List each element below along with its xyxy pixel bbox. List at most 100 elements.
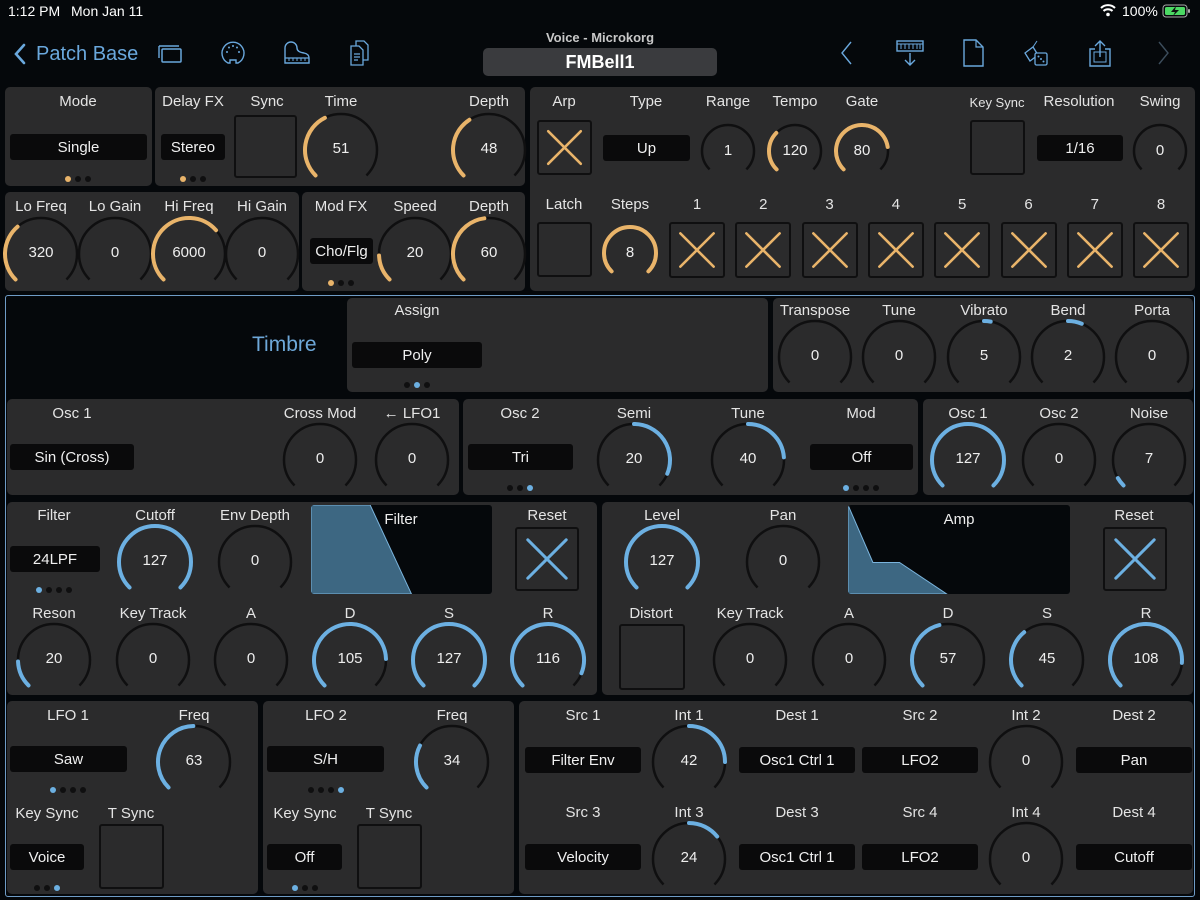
transpose-knob[interactable]: 0 <box>776 318 854 396</box>
page-dot[interactable] <box>66 587 72 593</box>
documents-icon[interactable] <box>345 38 375 68</box>
mixer-osc1-knob[interactable]: 127 <box>929 421 1007 499</box>
mixer-osc2-knob[interactable]: 0 <box>1020 421 1098 499</box>
page-dot[interactable] <box>34 885 40 891</box>
delay-fx-page-dots[interactable] <box>180 176 206 182</box>
page-dot[interactable] <box>44 885 50 891</box>
page-dot[interactable] <box>424 382 430 388</box>
page-dot[interactable] <box>404 382 410 388</box>
filter-attack-knob[interactable]: 0 <box>212 621 290 699</box>
lfo2-tsync-toggle[interactable] <box>357 824 422 889</box>
page-dot[interactable] <box>80 787 86 793</box>
arp-tempo-knob[interactable]: 120 <box>766 122 824 180</box>
lfo2-keysync-select[interactable]: Off <box>267 844 342 870</box>
page-dot-active[interactable] <box>292 885 298 891</box>
page-dot[interactable] <box>60 787 66 793</box>
page-dot[interactable] <box>348 280 354 286</box>
filter-reset-button[interactable] <box>515 527 579 591</box>
arp-gate-knob[interactable]: 80 <box>833 122 891 180</box>
page-dot-active[interactable] <box>36 587 42 593</box>
mod-page-dots[interactable] <box>843 485 879 491</box>
windows-icon[interactable] <box>155 38 185 68</box>
arp-step-toggle[interactable] <box>669 222 725 278</box>
filter-sustain-knob[interactable]: 127 <box>410 621 488 699</box>
page-dot[interactable] <box>863 485 869 491</box>
page-dot-active[interactable] <box>328 280 334 286</box>
patch-dest1-select[interactable]: Osc1 Ctrl 1 <box>739 747 855 773</box>
arp-type-select[interactable]: Up <box>603 135 690 161</box>
delay-depth-knob[interactable]: 48 <box>450 111 528 189</box>
page-dot[interactable] <box>507 485 513 491</box>
arp-resolution-select[interactable]: 1/16 <box>1037 135 1123 161</box>
page-dot[interactable] <box>328 787 334 793</box>
page-dot[interactable] <box>85 176 91 182</box>
filter-type-select[interactable]: 24LPF <box>10 546 100 572</box>
lfo1-tsync-toggle[interactable] <box>99 824 164 889</box>
dice-icon[interactable] <box>1021 38 1051 68</box>
env-depth-knob[interactable]: 0 <box>216 523 294 601</box>
lfo1-keysync-page-dots[interactable] <box>34 885 60 891</box>
page-dot[interactable] <box>308 787 314 793</box>
new-document-icon[interactable] <box>958 38 988 68</box>
modfx-select[interactable]: Cho/Flg <box>310 238 373 264</box>
delay-time-knob[interactable]: 51 <box>302 111 380 189</box>
previous-patch-icon[interactable] <box>832 38 862 68</box>
patch-dest3-select[interactable]: Osc1 Ctrl 1 <box>739 844 855 870</box>
arp-latch-toggle[interactable] <box>537 222 592 277</box>
lfo1-mod-knob[interactable]: 0 <box>373 421 451 499</box>
patch-src1-select[interactable]: Filter Env <box>525 747 641 773</box>
arp-swing-knob[interactable]: 0 <box>1131 122 1189 180</box>
page-dot[interactable] <box>517 485 523 491</box>
page-dot[interactable] <box>873 485 879 491</box>
lfo1-wave-page-dots[interactable] <box>50 787 86 793</box>
filter-decay-knob[interactable]: 105 <box>311 621 389 699</box>
patch-int2-knob[interactable]: 0 <box>987 723 1065 801</box>
page-dot[interactable] <box>338 280 344 286</box>
mode-select[interactable]: Single <box>10 134 147 160</box>
amp-level-knob[interactable]: 127 <box>623 523 701 601</box>
amp-decay-knob[interactable]: 57 <box>909 621 987 699</box>
page-dot[interactable] <box>56 587 62 593</box>
page-dot[interactable] <box>302 885 308 891</box>
lfo2-wave-page-dots[interactable] <box>308 787 344 793</box>
arp-steps-knob[interactable]: 8 <box>601 224 659 282</box>
arp-step-toggle[interactable] <box>1000 222 1057 278</box>
page-dot-active[interactable] <box>54 885 60 891</box>
arp-step-toggle[interactable] <box>801 222 858 278</box>
delay-fx-select[interactable]: Stereo <box>161 134 225 160</box>
osc2-page-dots[interactable] <box>507 485 533 491</box>
page-dot-active[interactable] <box>65 176 71 182</box>
arp-step-toggle[interactable] <box>867 222 924 278</box>
assign-page-dots[interactable] <box>404 382 430 388</box>
patch-dest4-select[interactable]: Cutoff <box>1076 844 1192 870</box>
lfo1-freq-knob[interactable]: 63 <box>155 723 233 801</box>
filter-keytrack-knob[interactable]: 0 <box>114 621 192 699</box>
eq-hi-gain-knob[interactable]: 0 <box>223 215 301 293</box>
vibrato-knob[interactable]: 5 <box>945 318 1023 396</box>
tune-knob[interactable]: 0 <box>860 318 938 396</box>
filter-type-page-dots[interactable] <box>36 587 72 593</box>
amp-pan-knob[interactable]: 0 <box>744 523 822 601</box>
osc1-wave-select[interactable]: Sin (Cross) <box>10 444 134 470</box>
osc2-tune-knob[interactable]: 40 <box>709 421 787 499</box>
patch-dest2-select[interactable]: Pan <box>1076 747 1192 773</box>
patch-name-field[interactable]: FMBell1 <box>483 48 717 76</box>
cutoff-knob[interactable]: 127 <box>116 523 194 601</box>
amp-release-knob[interactable]: 108 <box>1107 621 1185 699</box>
osc2-wave-select[interactable]: Tri <box>468 444 573 470</box>
page-dot[interactable] <box>200 176 206 182</box>
filter-envelope-graph[interactable]: Filter <box>311 505 492 594</box>
arp-toggle[interactable] <box>537 120 592 175</box>
arp-step-toggle[interactable] <box>934 222 991 278</box>
modfx-depth-knob[interactable]: 60 <box>450 215 528 293</box>
mod-select[interactable]: Off <box>810 444 913 470</box>
patch-int3-knob[interactable]: 24 <box>650 820 728 898</box>
filter-release-knob[interactable]: 116 <box>509 621 587 699</box>
distort-toggle[interactable] <box>619 624 685 690</box>
lfo1-wave-select[interactable]: Saw <box>10 746 127 772</box>
page-dot[interactable] <box>190 176 196 182</box>
page-dot-active[interactable] <box>180 176 186 182</box>
eq-lo-gain-knob[interactable]: 0 <box>76 215 154 293</box>
page-dot[interactable] <box>318 787 324 793</box>
piano-icon[interactable] <box>282 38 312 68</box>
